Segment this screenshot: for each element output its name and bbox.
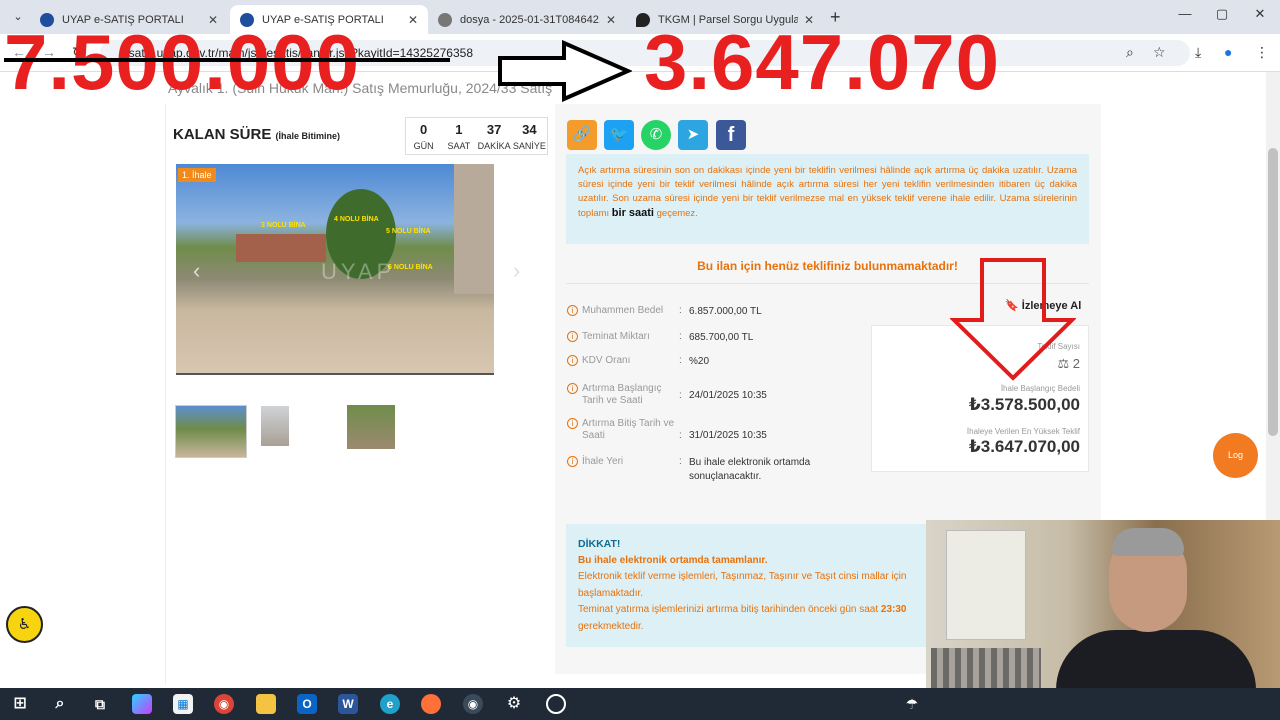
settings-gear-icon[interactable]: ⚙: [504, 694, 524, 714]
close-tab-icon[interactable]: ✕: [408, 13, 418, 27]
windows-taskbar: ⊞ ⌕ ⧉ ▦ ◉ O W e ◉ ⚙ ☂: [0, 688, 1280, 720]
new-price-overlay: 3.647.070: [644, 18, 1001, 106]
countdown-days: 0 GÜN: [413, 122, 434, 151]
twitter-icon[interactable]: 🐦: [604, 120, 634, 150]
start-price-label: İhale Başlangıç Bedeli: [1000, 384, 1080, 393]
windows-start-icon[interactable]: ⊞: [10, 694, 30, 714]
edge-icon[interactable]: e: [380, 694, 400, 714]
photo-thumbnail-1[interactable]: [175, 405, 247, 458]
auction-round-badge: 1. İhale: [178, 168, 216, 182]
info-icon: i: [567, 383, 578, 394]
photo-roof: [236, 234, 326, 262]
photo-wall: [454, 164, 494, 294]
log-button[interactable]: Log: [1213, 433, 1258, 478]
tab-dosya[interactable]: dosya - 2025-01-31T084642.0… ✕: [428, 5, 626, 34]
notice-bold-line: Bu ihale elektronik ortamda tamamlanır.: [578, 554, 768, 566]
webcam-cabinet: [946, 530, 1026, 640]
zoom-icon[interactable]: ⌕: [1126, 44, 1134, 61]
info-icon: i: [567, 456, 578, 467]
photo-thumbnail-2[interactable]: [261, 406, 289, 446]
property-photo[interactable]: 1. İhale 3 NOLU BİNA 4 NOLU BİNA 5 NOLU …: [176, 164, 494, 375]
countdown-subtitle: (İhale Bitimine): [275, 131, 341, 141]
copy-link-icon[interactable]: 🔗: [567, 120, 597, 150]
info-icon: i: [567, 305, 578, 316]
countdown-seconds: 34 SANİYE: [512, 122, 546, 151]
photo-thumbnail-3[interactable]: [347, 405, 395, 449]
bookmark-star-icon[interactable]: ☆: [1153, 44, 1166, 61]
minimize-icon[interactable]: —: [1170, 6, 1200, 21]
info-icon: i: [567, 418, 578, 429]
weather-icon[interactable]: ☂: [902, 694, 922, 714]
outlook-icon[interactable]: O: [297, 694, 317, 714]
extension-rules-info: Açık artırma süresinin son on dakikası i…: [566, 154, 1089, 244]
close-tab-icon[interactable]: ✕: [606, 13, 616, 27]
building-label: 3 NOLU BİNA: [261, 222, 306, 229]
file-explorer-icon[interactable]: [256, 694, 276, 714]
close-window-icon[interactable]: ✕: [1245, 6, 1275, 22]
building-label: 4 NOLU BİNA: [334, 216, 379, 223]
red-down-arrow-icon: [950, 258, 1076, 381]
info-icon: i: [567, 331, 578, 342]
right-arrow-icon: [498, 40, 632, 102]
globe-favicon-icon: [438, 12, 452, 27]
download-icon[interactable]: ⤓: [1195, 44, 1201, 61]
accessibility-icon[interactable]: ♿: [6, 606, 43, 643]
firefox-icon[interactable]: [421, 694, 441, 714]
notice-title: DİKKAT!: [578, 538, 621, 550]
store-icon[interactable]: ▦: [173, 694, 193, 714]
countdown-hours: 1 SAAT: [447, 122, 471, 151]
recorder-icon[interactable]: [546, 694, 566, 714]
countdown-minutes: 37 DAKİKA: [477, 122, 511, 151]
photo-next-icon[interactable]: ›: [513, 258, 520, 284]
page-scrollbar-thumb[interactable]: [1268, 148, 1278, 436]
building-label: 5 NOLU BİNA: [386, 228, 431, 235]
profile-icon[interactable]: ●: [1224, 44, 1232, 60]
old-price-overlay: 7.500.000: [4, 18, 361, 106]
menu-kebab-icon[interactable]: ⋮: [1255, 44, 1269, 61]
task-view-icon[interactable]: ⧉: [90, 694, 110, 714]
highest-bid-label: İhaleye Verilen En Yüksek Teklif: [966, 427, 1080, 436]
chrome-active-icon[interactable]: ◉: [463, 694, 483, 714]
info-icon: i: [567, 355, 578, 366]
photo-prev-icon[interactable]: ‹: [193, 258, 200, 284]
highest-bid: ₺3.647.070,00: [968, 437, 1080, 456]
copilot-icon[interactable]: [132, 694, 152, 714]
strikethrough-line: [4, 58, 450, 62]
maximize-icon[interactable]: ▢: [1207, 6, 1237, 22]
notice-box: DİKKAT! Bu ihale elektronik ortamda tama…: [566, 524, 936, 647]
countdown-title: KALAN SÜRE (İhale Bitimine): [173, 126, 341, 143]
whatsapp-icon[interactable]: ✆: [641, 120, 671, 150]
webcam-person-hair: [1112, 528, 1184, 556]
search-icon[interactable]: ⌕: [50, 694, 70, 714]
telegram-icon[interactable]: ➤: [678, 120, 708, 150]
start-price: ₺3.578.500,00: [968, 395, 1080, 414]
word-icon[interactable]: W: [338, 694, 358, 714]
info-bold-text: bir saati: [611, 207, 654, 219]
chrome-icon[interactable]: ◉: [214, 694, 234, 714]
facebook-icon[interactable]: f: [716, 120, 746, 150]
countdown-timer: 0 GÜN 1 SAAT 37 DAKİKA 34 SANİYE: [405, 117, 548, 155]
photo-watermark: UYAP: [321, 259, 396, 284]
